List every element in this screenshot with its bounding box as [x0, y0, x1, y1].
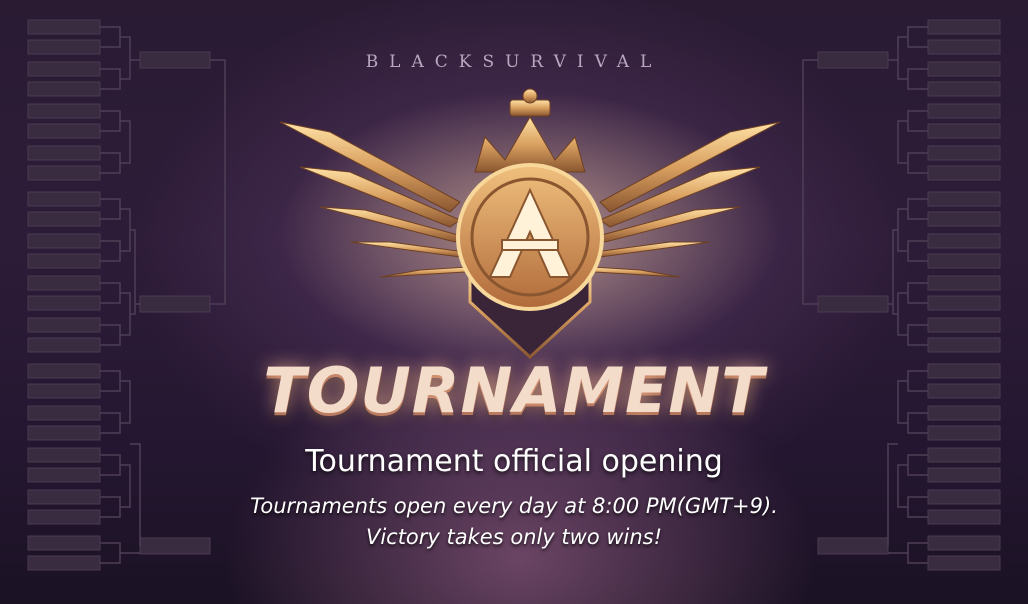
description-line-schedule: Tournaments open every day at 8:00 PM(GM… — [250, 494, 778, 518]
tournament-emblem-icon — [279, 88, 781, 372]
tournament-title: TOURNAMENT — [263, 354, 765, 427]
description-line-victory: Victory takes only two wins! — [365, 525, 663, 549]
brand-wordmark: BLACKSURVIVAL — [365, 52, 663, 72]
tournament-banner: BLACKSURVIVAL TOURNAMENT Tournament offi… — [0, 0, 1028, 604]
headline: Tournament official opening — [305, 444, 723, 479]
